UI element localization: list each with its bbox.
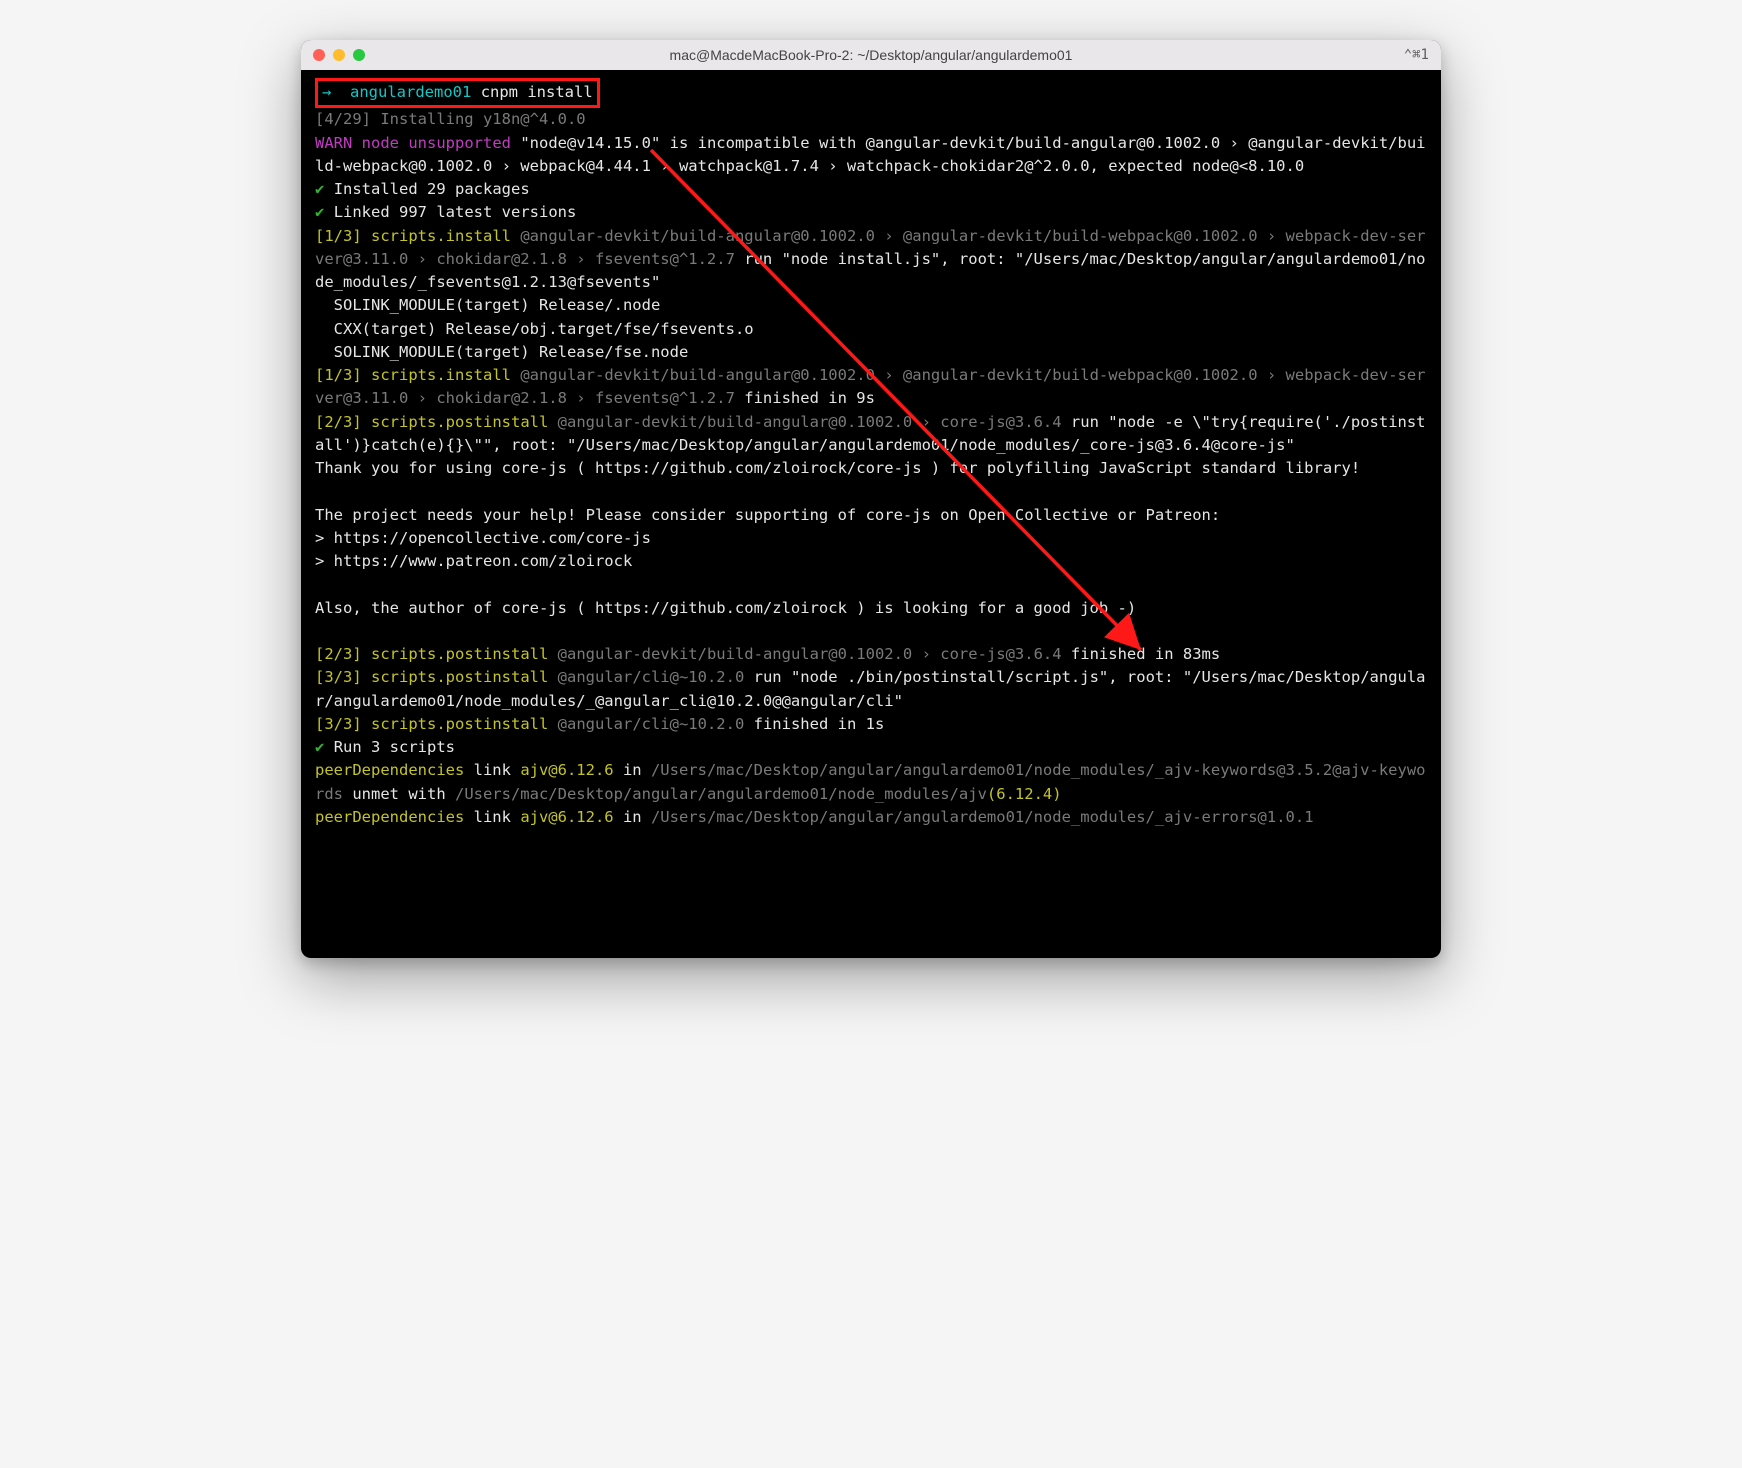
step-tag: [3/3] <box>315 668 362 686</box>
step-pkg: @angular-devkit/build-angular@0.1002.0 ›… <box>548 645 1061 663</box>
build-line: SOLINK_MODULE(target) Release/.node <box>315 296 660 314</box>
check-icon: ✔ <box>315 203 324 221</box>
window-title: mac@MacdeMacBook-Pro-2: ~/Desktop/angula… <box>301 47 1441 63</box>
peer-unmet: unmet with <box>343 785 455 803</box>
step-label: scripts.install <box>371 227 511 245</box>
prompt-arrow: → <box>322 83 331 101</box>
help-line: The project needs your help! Please cons… <box>315 506 1220 524</box>
titlebar[interactable]: mac@MacdeMacBook-Pro-2: ~/Desktop/angula… <box>301 40 1441 70</box>
peer-path: /Users/mac/Desktop/angular/angulardemo01… <box>651 808 1314 826</box>
step-tag: [1/3] <box>315 366 362 384</box>
peer-path2: /Users/mac/Desktop/angular/angulardemo01… <box>455 785 987 803</box>
peer-label: peerDependencies <box>315 761 464 779</box>
also-line: Also, the author of core-js ( https://gi… <box>315 599 1136 617</box>
peer-ver2: (6.12.4) <box>987 785 1062 803</box>
check2: Linked 997 latest versions <box>334 203 577 221</box>
step-label: scripts.install <box>371 366 511 384</box>
step-pkg: @angular/cli@~10.2.0 <box>548 715 744 733</box>
check1: Installed 29 packages <box>334 180 530 198</box>
run3: Run 3 scripts <box>334 738 455 756</box>
link-line: > https://opencollective.com/core-js <box>315 529 651 547</box>
step-done: finished in 9s <box>735 389 875 407</box>
step-done: finished in 1s <box>744 715 884 733</box>
link-line: > https://www.patreon.com/zloirock <box>315 552 632 570</box>
step-tag: [1/3] <box>315 227 362 245</box>
step-tag: [2/3] <box>315 645 362 663</box>
step-pkg: @angular/cli@~10.2.0 <box>548 668 744 686</box>
build-line: CXX(target) Release/obj.target/fse/fseve… <box>315 320 754 338</box>
step-tag: [3/3] <box>315 715 362 733</box>
build-line: SOLINK_MODULE(target) Release/fse.node <box>315 343 688 361</box>
warn-quote: "node@v14.15.0" <box>520 134 660 152</box>
check-icon: ✔ <box>315 180 324 198</box>
terminal-body[interactable]: → angulardemo01 cnpm install [4/29] Inst… <box>301 70 1441 958</box>
peer-link: link <box>464 761 520 779</box>
peer-ver: ajv@6.12.6 <box>520 761 613 779</box>
peer-in: in <box>614 808 651 826</box>
terminal-window: mac@MacdeMacBook-Pro-2: ~/Desktop/angula… <box>301 40 1441 958</box>
peer-label: peerDependencies <box>315 808 464 826</box>
step-label: scripts.postinstall <box>371 715 548 733</box>
step-tag: [2/3] <box>315 413 362 431</box>
peer-in: in <box>614 761 651 779</box>
highlight-box: → angulardemo01 cnpm install <box>315 78 600 108</box>
warn-prefix: WARN <box>315 134 352 152</box>
step-label: scripts.postinstall <box>371 645 548 663</box>
peer-link: link <box>464 808 520 826</box>
step-label: scripts.postinstall <box>371 413 548 431</box>
warn-label: node unsupported <box>362 134 511 152</box>
step-label: scripts.postinstall <box>371 668 548 686</box>
thanks-line: Thank you for using core-js ( https://gi… <box>315 459 1360 477</box>
shortcut-badge: ⌃⌘1 <box>1404 47 1429 63</box>
prompt-dir: angulardemo01 <box>350 83 471 101</box>
prompt-cmd: cnpm install <box>481 83 593 101</box>
peer-ver: ajv@6.12.6 <box>520 808 613 826</box>
step-pkg: @angular-devkit/build-angular@0.1002.0 ›… <box>548 413 1061 431</box>
step-done: finished in 83ms <box>1062 645 1221 663</box>
install-progress: [4/29] Installing y18n@^4.0.0 <box>315 110 586 128</box>
check-icon: ✔ <box>315 738 324 756</box>
